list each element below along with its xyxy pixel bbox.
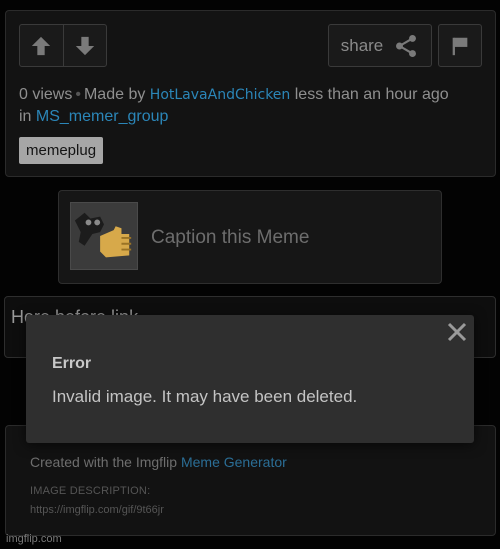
share-button[interactable]: share bbox=[328, 24, 432, 67]
modal-close-button[interactable] bbox=[446, 321, 468, 343]
image-description-url: https://imgflip.com/gif/9t66jr bbox=[30, 504, 164, 516]
created-with-line: Created with the Imgflip Meme Generator bbox=[30, 454, 287, 470]
post-time: less than an hour ago bbox=[294, 86, 449, 103]
post-meta: 0 views • Made by HotLavaAndChicken less t… bbox=[19, 84, 489, 127]
view-count: 0 views bbox=[19, 86, 73, 103]
upvote-button[interactable] bbox=[20, 25, 63, 66]
share-label: share bbox=[340, 35, 384, 55]
modal-message: Invalid image. It may have been deleted. bbox=[52, 387, 358, 406]
caption-meme-label: Caption this Meme bbox=[151, 227, 310, 248]
meta-separator: • bbox=[75, 86, 81, 103]
imgflip-watermark: imgflip.com bbox=[6, 533, 62, 545]
meme-thumbnail bbox=[70, 202, 138, 270]
created-prefix: Created with the Imgflip bbox=[30, 454, 178, 470]
meme-thumbnail-image bbox=[71, 203, 137, 269]
close-icon bbox=[447, 322, 467, 342]
image-description-label: IMAGE DESCRIPTION: bbox=[30, 485, 151, 497]
author-link[interactable]: HotLavaAndChicken bbox=[150, 87, 291, 103]
arrow-down-icon bbox=[75, 36, 94, 55]
flag-icon bbox=[452, 37, 468, 55]
in-prefix: in bbox=[19, 108, 32, 125]
tag-memeplug[interactable]: memeplug bbox=[19, 137, 104, 164]
post-info-panel: share 0 views • Made by HotLavaAndChicken … bbox=[5, 10, 496, 177]
error-modal: Error Invalid image. It may have been de… bbox=[26, 315, 474, 443]
share-icon bbox=[396, 34, 417, 57]
flag-button[interactable] bbox=[438, 24, 482, 67]
caption-meme-box[interactable]: Caption this Meme bbox=[58, 190, 442, 284]
arrow-up-icon bbox=[32, 36, 51, 55]
vote-group bbox=[19, 24, 107, 67]
modal-title: Error bbox=[52, 355, 92, 372]
stream-link[interactable]: MS_memer_group bbox=[36, 108, 169, 125]
meme-generator-link[interactable]: Meme Generator bbox=[181, 454, 287, 470]
made-by-prefix: Made by bbox=[83, 86, 146, 103]
downvote-button[interactable] bbox=[62, 25, 107, 66]
